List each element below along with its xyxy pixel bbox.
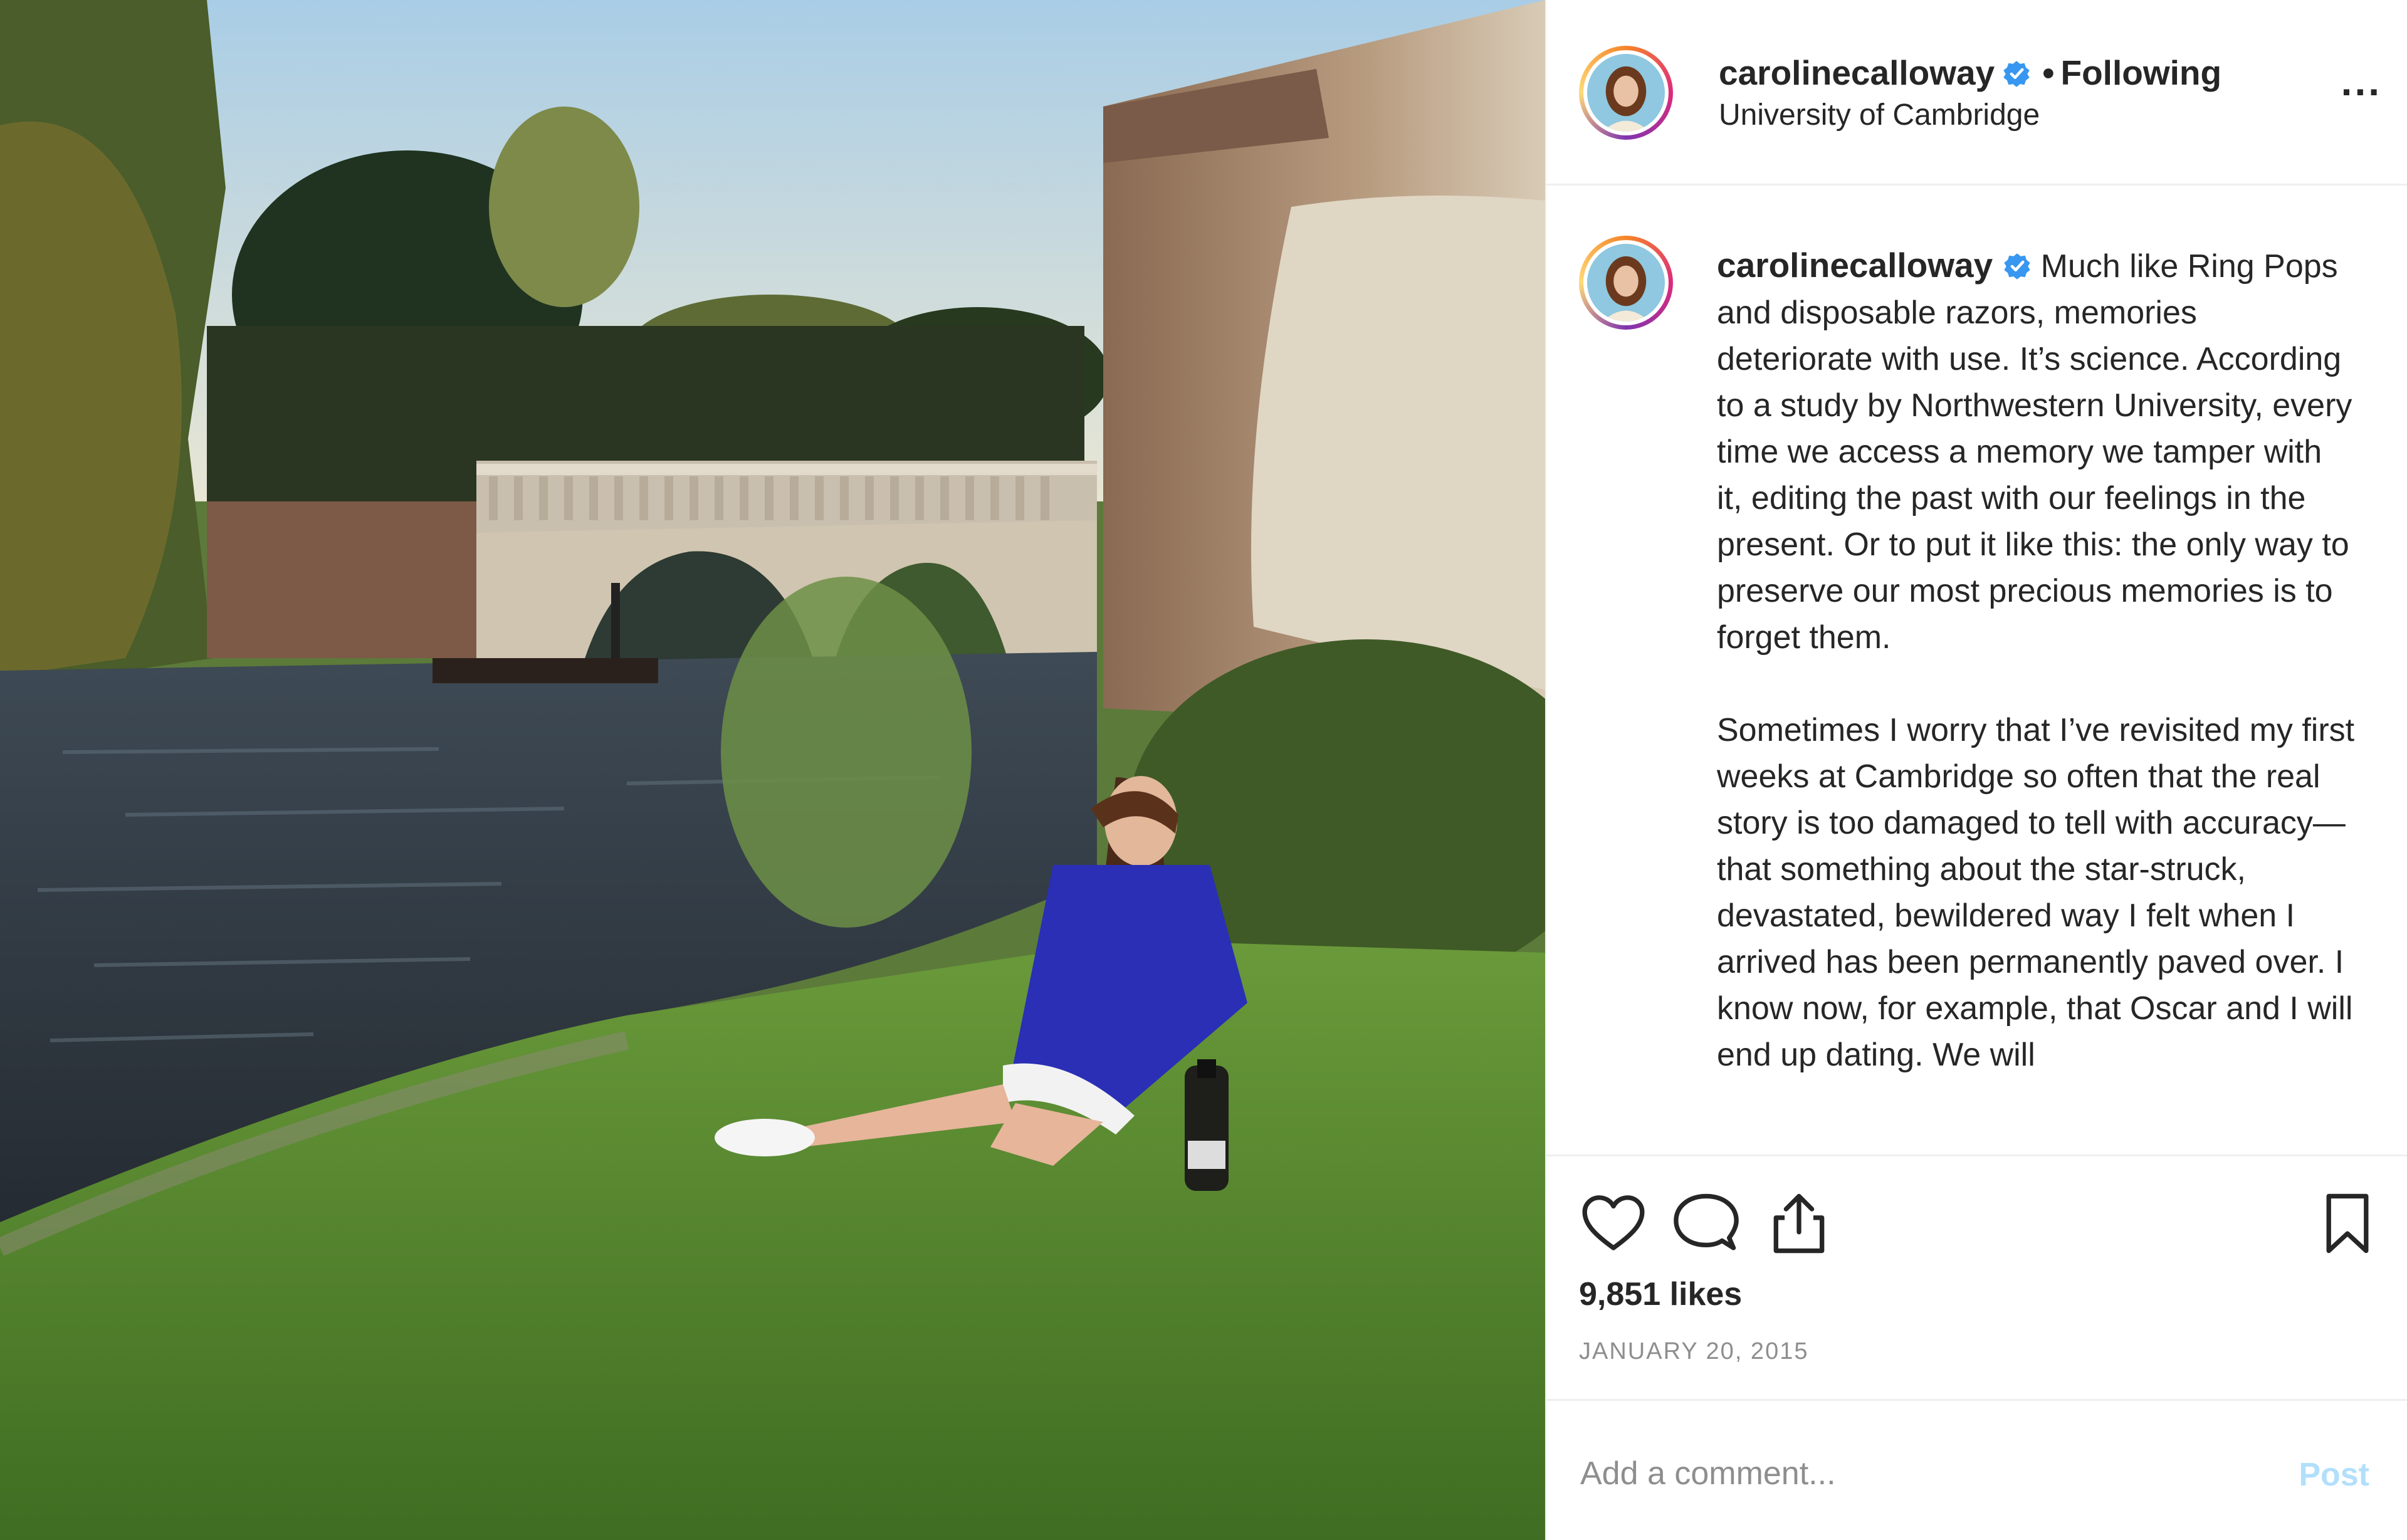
comment-box: Post: [1546, 1399, 2407, 1540]
heart-icon[interactable]: [1579, 1189, 1648, 1258]
separator-dot: •: [2042, 53, 2055, 92]
share-icon[interactable]: [1765, 1189, 1833, 1258]
caption-paragraph: carolinecalloway Much like Ring Pops and…: [1717, 242, 2356, 661]
header-user-line: carolinecalloway • Following: [1719, 53, 2221, 93]
caption-username[interactable]: carolinecalloway: [1717, 246, 1993, 285]
caption-paragraph-1: Much like Ring Pops and disposable razor…: [1717, 248, 2352, 656]
caption-paragraph-2: Sometimes I worry that I’ve revisited my…: [1717, 712, 2355, 1073]
action-bar: 9,851 likes JANUARY 20, 2015: [1546, 1155, 2407, 1399]
verified-badge-icon: [2003, 247, 2032, 280]
instagram-post: carolinecalloway • Following University of…: [0, 0, 2407, 1540]
caption-avatar[interactable]: [1579, 236, 1673, 330]
username[interactable]: carolinecalloway: [1719, 53, 1995, 92]
comment-input[interactable]: [1579, 1448, 2240, 1499]
post-side-panel: carolinecalloway • Following University of…: [1545, 0, 2407, 1540]
comment-bubble-icon[interactable]: [1672, 1189, 1741, 1258]
bookmark-icon[interactable]: [2313, 1189, 2382, 1258]
avatar-image: [1587, 54, 1665, 132]
post-date: JANUARY 20, 2015: [1579, 1338, 1809, 1365]
verified-badge-icon: [2002, 60, 2031, 88]
post-header: carolinecalloway • Following University of…: [1546, 0, 2407, 186]
photo-illustration: [0, 0, 1545, 1540]
post-photo[interactable]: [0, 0, 1545, 1540]
following-button[interactable]: Following: [2060, 53, 2221, 92]
more-options-icon[interactable]: ...: [2341, 61, 2382, 102]
location-link[interactable]: University of Cambridge: [1719, 98, 2040, 132]
caption-text: carolinecalloway Much like Ring Pops and…: [1717, 242, 2356, 1124]
avatar-image: [1587, 244, 1665, 322]
like-count[interactable]: 9,851 likes: [1579, 1275, 1742, 1313]
avatar[interactable]: [1579, 46, 1673, 140]
post-comment-button[interactable]: Post: [2299, 1456, 2369, 1494]
caption-section: carolinecalloway Much like Ring Pops and…: [1546, 186, 2407, 1154]
